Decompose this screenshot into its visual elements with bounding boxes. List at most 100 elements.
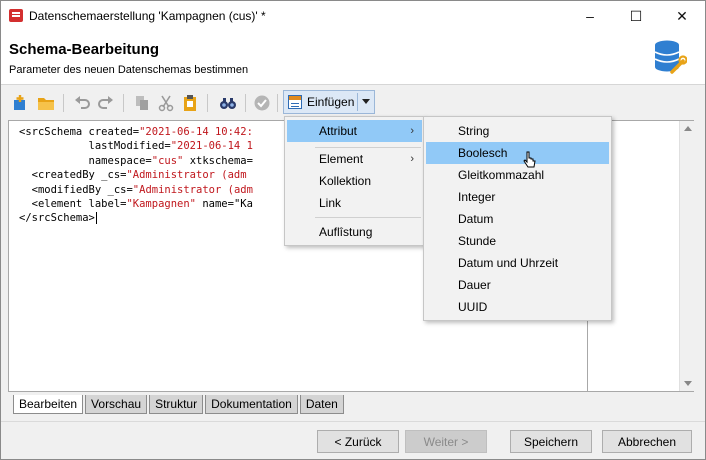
submenu-item-datum[interactable]: Datum: [426, 208, 609, 230]
insert-button-label: Einfügen: [307, 95, 355, 109]
text-caret: [95, 212, 97, 225]
undo-icon[interactable]: [71, 92, 93, 114]
code-token: xtkschema=: [183, 154, 253, 167]
back-button[interactable]: < Zurück: [317, 430, 399, 453]
menu-item-label: Kollektion: [319, 174, 372, 188]
toolbar: Einfügen: [1, 87, 705, 117]
page-title: Schema-Bearbeitung: [9, 41, 160, 58]
code-token: <element label=: [19, 198, 127, 211]
dialog-window: Datenschemaerstellung 'Kampagnen (cus)' …: [0, 0, 706, 460]
code-line: <element label="Kampagnen" name="Ka: [19, 197, 253, 211]
vertical-scrollbar[interactable]: [679, 121, 694, 391]
maximize-icon: ☐: [629, 7, 643, 24]
code-string: "Kampagnen": [126, 198, 197, 211]
chevron-right-icon: ›: [410, 153, 414, 165]
menu-item-label: Element: [319, 152, 364, 166]
code-token: <srcSchema created=: [19, 126, 140, 138]
code-string: "Administrator (adm: [132, 183, 253, 196]
submenu-item-boolesch[interactable]: Boolesch: [426, 142, 609, 164]
menu-item-link[interactable]: Link: [287, 192, 422, 214]
menu-item-kollektion[interactable]: Kollektion: [287, 170, 422, 192]
submenu-item-datum-und-uhrzeit[interactable]: Datum und Uhrzeit: [426, 252, 609, 274]
scroll-up-icon[interactable]: [684, 126, 692, 131]
submenu-item-string[interactable]: String: [426, 120, 609, 142]
tab-bearbeiten[interactable]: Bearbeiten: [13, 395, 84, 414]
toolbar-separator: [245, 94, 246, 112]
toolbar-separator: [123, 94, 124, 112]
tab-daten[interactable]: Daten: [299, 395, 344, 414]
toolbar-separator: [63, 94, 64, 112]
menu-item-attribut[interactable]: Attribut ›: [287, 120, 422, 142]
mouse-pointer-icon: [523, 151, 536, 168]
copy-icon[interactable]: [131, 92, 153, 114]
split-divider: [357, 93, 358, 111]
code-string: "2021-06-14 1: [170, 140, 253, 153]
submenu-item-uuid[interactable]: UUID: [426, 296, 609, 318]
database-wrench-icon: [654, 40, 687, 74]
code-line: <srcSchema created="2021-06-14 10:42:: [19, 125, 253, 139]
submenu-item-stunde[interactable]: Stunde: [426, 230, 609, 252]
cancel-button[interactable]: Abbrechen: [602, 430, 692, 453]
tab-struktur[interactable]: Struktur: [149, 395, 204, 414]
toolbar-separator: [277, 94, 278, 112]
code-token: <modifiedBy _cs=: [19, 183, 133, 196]
chevron-down-icon[interactable]: [362, 99, 370, 104]
tab-vorschau[interactable]: Vorschau: [85, 395, 148, 414]
menu-item-label: Link: [319, 196, 342, 210]
redo-icon[interactable]: [95, 92, 117, 114]
back-button-label: < Zurück: [334, 434, 382, 449]
close-icon: ✕: [676, 7, 688, 24]
code-token: lastModified=: [19, 140, 171, 153]
code-token: name="Ka: [196, 198, 253, 211]
find-icon[interactable]: [217, 92, 239, 114]
menu-separator: [315, 217, 421, 218]
scroll-down-icon[interactable]: [684, 381, 692, 386]
cancel-button-label: Abbrechen: [617, 434, 677, 449]
code-string: "Administrator (adm: [126, 169, 247, 182]
submenu-item-dauer[interactable]: Dauer: [426, 274, 609, 296]
code-line: lastModified="2021-06-14 1: [19, 139, 253, 153]
minimize-button[interactable]: –: [567, 1, 613, 31]
footer-divider: [1, 421, 705, 422]
code-area[interactable]: <srcSchema created="2021-06-14 10:42: la…: [19, 125, 253, 226]
code-line: <createdBy _cs="Administrator (adm: [19, 168, 253, 182]
next-button-label: Weiter >: [423, 434, 469, 449]
save-button[interactable]: Speichern: [510, 430, 592, 453]
chevron-right-icon: ›: [410, 125, 414, 137]
code-token: namespace=: [19, 154, 152, 167]
code-token: <createdBy _cs=: [19, 169, 127, 182]
menu-item-element[interactable]: Element ›: [287, 148, 422, 170]
code-string: "2021-06-14 10:42:: [139, 126, 253, 138]
insert-button[interactable]: Einfügen: [283, 90, 375, 114]
paste-icon[interactable]: [179, 92, 201, 114]
attribute-submenu: String Boolesch Gleitkommazahl Integer D…: [423, 116, 612, 321]
menu-item-auflistung[interactable]: Auflîstung: [287, 221, 422, 243]
next-button[interactable]: Weiter >: [405, 430, 487, 453]
insert-icon: [288, 95, 302, 109]
submenu-item-integer[interactable]: Integer: [426, 186, 609, 208]
code-line: namespace="cus" xtkschema=: [19, 154, 253, 168]
insert-menu: Attribut › Element › Kollektion Link Auf…: [284, 116, 425, 246]
tab-dokumentation[interactable]: Dokumentation: [205, 395, 298, 414]
cut-icon[interactable]: [155, 92, 177, 114]
wizard-header: Schema-Bearbeitung Parameter des neuen D…: [1, 31, 705, 85]
editor-tabs: Bearbeiten Vorschau Struktur Dokumentati…: [13, 395, 346, 414]
minimize-icon: –: [586, 8, 594, 24]
title-bar: Datenschemaerstellung 'Kampagnen (cus)' …: [1, 1, 705, 31]
open-folder-icon[interactable]: [35, 92, 57, 114]
page-subtitle: Parameter des neuen Datenschemas bestimm…: [9, 64, 249, 76]
submenu-item-gleitkommazahl[interactable]: Gleitkommazahl: [426, 164, 609, 186]
toolbar-separator: [207, 94, 208, 112]
new-schema-icon[interactable]: [9, 92, 31, 114]
code-line: </srcSchema>: [19, 211, 253, 225]
check-icon[interactable]: [251, 92, 273, 114]
window-title: Datenschemaerstellung 'Kampagnen (cus)' …: [29, 9, 266, 23]
close-button[interactable]: ✕: [659, 1, 705, 31]
menu-item-label: Attribut: [319, 124, 358, 138]
menu-item-label: Auflîstung: [319, 225, 373, 239]
code-line: <modifiedBy _cs="Administrator (adm: [19, 183, 253, 197]
maximize-button[interactable]: ☐: [613, 1, 659, 31]
save-button-label: Speichern: [523, 434, 579, 449]
app-icon: [9, 9, 23, 22]
code-token: </srcSchema>: [19, 212, 95, 225]
